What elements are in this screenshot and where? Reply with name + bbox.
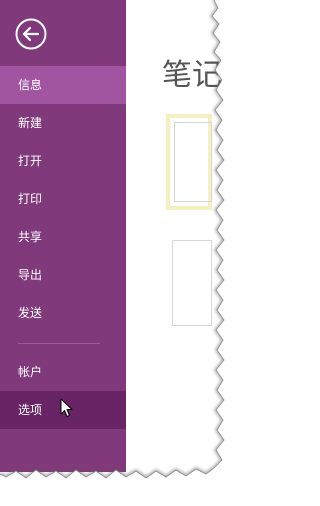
menu-item-label: 打开 xyxy=(18,154,43,168)
menu-item-info[interactable]: 信息 xyxy=(0,66,126,104)
page-title: 笔记 xyxy=(162,58,222,93)
menu-item-label: 导出 xyxy=(18,268,43,282)
mouse-pointer-icon xyxy=(60,398,73,417)
menu-item-send[interactable]: 发送 xyxy=(0,294,126,332)
menu-item-share[interactable]: 共享 xyxy=(0,218,126,256)
back-arrow-circle-icon xyxy=(15,18,47,50)
menu-item-label: 打印 xyxy=(18,192,43,206)
backstage-menu: 信息 新建 打开 打印 共享 导出 发送 xyxy=(0,66,126,332)
onenote-backstage-view: 笔记 信息 新建 打开 打印 共享 导出 发送 帐户 选项 xyxy=(0,0,240,506)
notebook-thumbnail-frame xyxy=(174,122,212,202)
menu-item-label: 选项 xyxy=(18,403,43,417)
menu-item-new[interactable]: 新建 xyxy=(0,104,126,142)
menu-item-label: 共享 xyxy=(18,230,43,244)
menu-item-account[interactable]: 帐户 xyxy=(0,353,126,391)
notebook-thumbnail-selected[interactable] xyxy=(166,114,212,210)
notebook-thumbnail[interactable] xyxy=(172,240,212,326)
menu-item-label: 帐户 xyxy=(18,365,43,379)
menu-item-label: 信息 xyxy=(18,78,43,92)
menu-item-open[interactable]: 打开 xyxy=(0,142,126,180)
content-area: 笔记 xyxy=(126,0,222,472)
menu-item-print[interactable]: 打印 xyxy=(0,180,126,218)
backstage-sidebar: 信息 新建 打开 打印 共享 导出 发送 帐户 选项 xyxy=(0,0,126,472)
menu-divider xyxy=(18,343,100,344)
menu-item-export[interactable]: 导出 xyxy=(0,256,126,294)
menu-item-label: 发送 xyxy=(18,306,43,320)
back-button[interactable] xyxy=(15,18,47,50)
menu-item-label: 新建 xyxy=(18,116,43,130)
